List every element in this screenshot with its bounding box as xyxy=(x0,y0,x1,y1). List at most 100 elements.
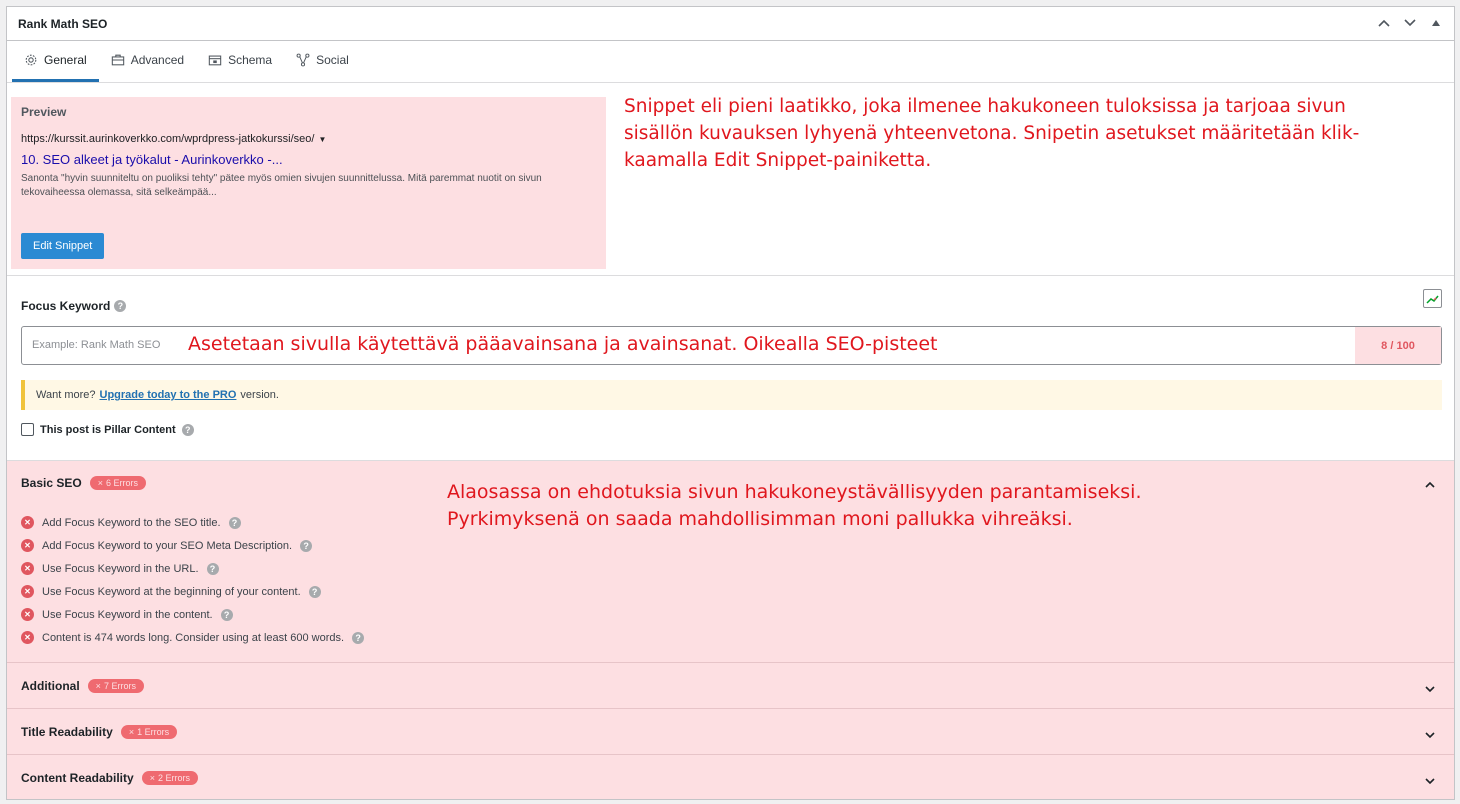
preview-title[interactable]: 10. SEO alkeet ja työkalut - Aurinkoverk… xyxy=(21,152,596,167)
snippet-preview: Preview https://kurssit.aurinkoverkko.co… xyxy=(11,97,606,269)
snippet-annotation: Snippet eli pieni laatikko, joka ilmenee… xyxy=(624,93,1424,174)
snippet-preview-section: Preview https://kurssit.aurinkoverkko.co… xyxy=(7,83,1454,276)
close-icon: × xyxy=(97,478,103,488)
move-up-icon[interactable] xyxy=(1376,15,1392,31)
tests-annotation-line1: Alaosassa on ehdotuksia sivun hakukoneys… xyxy=(447,481,1142,503)
test-item: ✕ Content is 474 words long. Consider usi… xyxy=(21,626,365,649)
content-readability-header: Content Readability × 2 Errors xyxy=(21,771,198,785)
test-item: ✕ Use Focus Keyword at the beginning of y… xyxy=(21,580,364,603)
pillar-content-option: This post is Pillar Content ? xyxy=(21,423,194,436)
title-readability-header: Title Readability × 1 Errors xyxy=(21,725,178,739)
upgrade-link[interactable]: Upgrade today to the PRO xyxy=(100,389,237,401)
pillar-content-label: This post is Pillar Content xyxy=(40,423,176,436)
error-count-badge: × 6 Errors xyxy=(89,476,146,490)
upgrade-suffix: version. xyxy=(240,389,279,401)
error-icon: ✕ xyxy=(21,585,34,598)
additional-section[interactable]: Additional × 7 Errors xyxy=(7,663,1454,709)
toolbox-icon xyxy=(111,54,124,65)
error-count-text: 1 Errors xyxy=(137,727,170,737)
tests-annotation-line2: Pyrkimyksenä on saada mahdollisimman mon… xyxy=(447,508,1073,530)
tab-advanced[interactable]: Advanced xyxy=(99,40,196,82)
help-icon[interactable]: ? xyxy=(181,423,194,436)
error-icon: ✕ xyxy=(21,516,34,529)
close-icon: × xyxy=(149,773,155,783)
chevron-down-icon[interactable] xyxy=(1424,681,1436,693)
error-icon: ✕ xyxy=(21,631,34,644)
preview-url-text: https://kurssit.aurinkoverkko.com/wprdpr… xyxy=(21,133,315,145)
social-icon xyxy=(296,53,310,66)
test-item: ✕ Use Focus Keyword in the URL.? xyxy=(21,557,364,580)
basic-seo-section: Basic SEO × 6 Errors Alaosassa on ehdotuk… xyxy=(7,461,1454,663)
help-icon[interactable]: ? xyxy=(206,562,219,575)
snippet-annotation-line2: sisällön kuvauksen lyhyenä yhteenvetona.… xyxy=(624,123,1360,144)
upgrade-notice: Want more? Upgrade today to the PRO vers… xyxy=(21,380,1442,410)
tab-general[interactable]: General xyxy=(12,40,99,82)
trend-chart-icon[interactable] xyxy=(1423,289,1442,308)
tab-schema[interactable]: Schema xyxy=(196,40,284,82)
tab-social[interactable]: Social xyxy=(284,40,361,82)
panel-header: Rank Math SEO xyxy=(7,7,1454,41)
edit-snippet-button[interactable]: Edit Snippet xyxy=(21,233,105,259)
tab-advanced-label: Advanced xyxy=(130,52,185,67)
help-icon[interactable]: ? xyxy=(220,608,233,621)
focus-keyword-placeholder: Example: Rank Math SEO xyxy=(32,339,161,351)
error-count-text: 7 Errors xyxy=(103,681,136,691)
test-text: Add Focus Keyword to the SEO title. xyxy=(42,516,221,529)
focus-keyword-label: Focus Keyword ? xyxy=(21,299,127,313)
error-count-badge: × 1 Errors xyxy=(120,725,178,739)
rank-math-panel: Rank Math SEO General Advanced Schema So… xyxy=(6,6,1455,800)
schema-icon xyxy=(208,55,222,65)
test-item: ✕ Use Focus Keyword in the content.? xyxy=(21,603,364,626)
help-icon[interactable]: ? xyxy=(300,539,313,552)
error-count-badge: × 2 Errors xyxy=(141,771,198,785)
pillar-content-checkbox[interactable] xyxy=(21,423,34,436)
content-readability-section[interactable]: Content Readability × 2 Errors xyxy=(7,755,1454,799)
gear-icon xyxy=(25,54,37,65)
test-text: Use Focus Keyword in the URL. xyxy=(42,562,199,575)
tab-schema-label: Schema xyxy=(228,52,273,67)
move-down-icon[interactable] xyxy=(1402,15,1418,31)
focus-keyword-label-text: Focus Keyword xyxy=(21,299,111,313)
chevron-up-icon[interactable] xyxy=(1424,477,1436,489)
help-icon[interactable]: ? xyxy=(114,300,127,312)
additional-header: Additional × 7 Errors xyxy=(21,679,144,693)
test-text: Use Focus Keyword at the beginning of yo… xyxy=(42,585,301,598)
panel-controls xyxy=(1376,15,1444,31)
close-icon: × xyxy=(95,681,101,691)
focus-keyword-input[interactable]: Example: Rank Math SEO Asetetaan sivulla… xyxy=(21,326,1442,365)
help-icon[interactable]: ? xyxy=(308,585,321,598)
snippet-annotation-line1: Snippet eli pieni laatikko, joka ilmenee… xyxy=(624,96,1346,117)
title-readability-section[interactable]: Title Readability × 1 Errors xyxy=(7,709,1454,755)
snippet-annotation-line3: kaamalla Edit Snippet-painiketta. xyxy=(624,150,932,171)
test-text: Add Focus Keyword to your SEO Meta Descr… xyxy=(42,539,293,552)
focus-keyword-section: Focus Keyword ? Example: Rank Math SEO A… xyxy=(7,276,1454,461)
error-icon: ✕ xyxy=(21,562,34,575)
seo-score-badge: 8 / 100 xyxy=(1355,327,1441,364)
help-icon[interactable]: ? xyxy=(352,631,365,644)
panel-title: Rank Math SEO xyxy=(18,17,108,31)
preview-label: Preview xyxy=(21,105,67,119)
upgrade-prefix: Want more? xyxy=(36,389,96,401)
tab-social-label: Social xyxy=(316,52,349,67)
error-icon: ✕ xyxy=(21,539,34,552)
test-item: ✕ Add Focus Keyword to your SEO Meta Desc… xyxy=(21,534,364,557)
content-readability-title: Content Readability xyxy=(21,771,134,785)
chevron-down-icon[interactable] xyxy=(1424,773,1436,785)
tests-annotation: Alaosassa on ehdotuksia sivun hakukoneys… xyxy=(447,479,1347,533)
collapse-toggle-icon[interactable] xyxy=(1428,15,1444,31)
help-icon[interactable]: ? xyxy=(228,516,241,529)
basic-seo-header[interactable]: Basic SEO × 6 Errors xyxy=(21,476,146,490)
additional-title: Additional xyxy=(21,679,80,693)
chevron-down-icon[interactable] xyxy=(1424,727,1436,739)
keyword-annotation: Asetetaan sivulla käytettävä pääavainsan… xyxy=(188,333,938,355)
close-icon: × xyxy=(128,727,135,737)
basic-seo-title: Basic SEO xyxy=(21,476,82,490)
test-text: Use Focus Keyword in the content. xyxy=(42,608,213,621)
tab-general-label: General xyxy=(44,52,87,67)
tab-bar: General Advanced Schema Social xyxy=(7,41,1454,83)
test-item: ✕ Add Focus Keyword to the SEO title.? xyxy=(21,511,364,534)
basic-seo-tests: ✕ Add Focus Keyword to the SEO title.? ✕ A… xyxy=(21,511,365,649)
error-count-text: 6 Errors xyxy=(105,478,138,488)
preview-url: https://kurssit.aurinkoverkko.com/wprdpr… xyxy=(21,133,596,145)
preview-description: Sanonta "hyvin suunniteltu on puoliksi t… xyxy=(21,173,542,198)
